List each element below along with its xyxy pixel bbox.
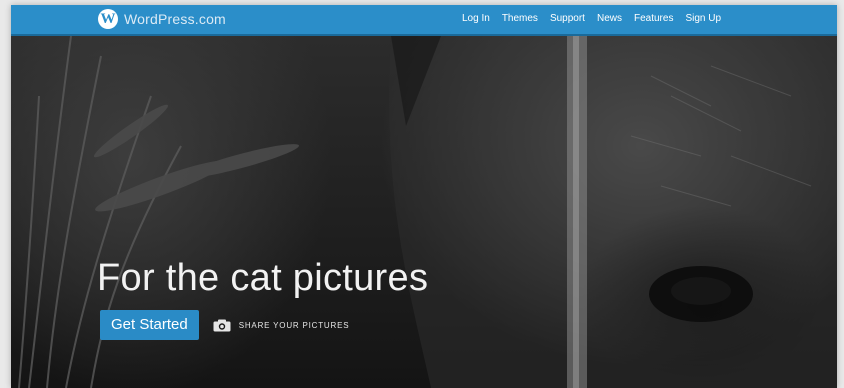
get-started-button[interactable]: Get Started bbox=[100, 310, 199, 340]
nav-log-in[interactable]: Log In bbox=[462, 13, 490, 24]
hero-banner: For the cat pictures Get Started SHARE Y… bbox=[11, 36, 837, 388]
share-pictures-label: SHARE YOUR PICTURES bbox=[238, 320, 350, 330]
nav-news[interactable]: News bbox=[597, 13, 622, 24]
nav-features[interactable]: Features bbox=[634, 13, 673, 24]
hero-headline: For the cat pictures bbox=[97, 257, 429, 299]
next-slide-arrow-icon[interactable]: → bbox=[739, 380, 753, 388]
camera-icon bbox=[213, 319, 231, 331]
hero-actions: Get Started SHARE YOUR PICTURES bbox=[100, 310, 349, 340]
nav-sign-up[interactable]: Sign Up bbox=[685, 13, 721, 24]
share-pictures-link[interactable]: SHARE YOUR PICTURES bbox=[213, 319, 350, 332]
browser-viewport: W WordPress.com Log In Themes Support Ne… bbox=[11, 5, 837, 388]
nav-themes[interactable]: Themes bbox=[502, 13, 538, 24]
site-name: WordPress.com bbox=[124, 11, 226, 27]
previous-slide-arrow-icon[interactable]: ← bbox=[97, 380, 111, 388]
site-header: W WordPress.com Log In Themes Support Ne… bbox=[11, 5, 837, 36]
nav-support[interactable]: Support bbox=[550, 13, 585, 24]
site-logo[interactable]: W WordPress.com bbox=[98, 9, 226, 29]
main-nav: Log In Themes Support News Features Sign… bbox=[462, 13, 721, 24]
wordpress-logo-icon: W bbox=[98, 9, 118, 29]
